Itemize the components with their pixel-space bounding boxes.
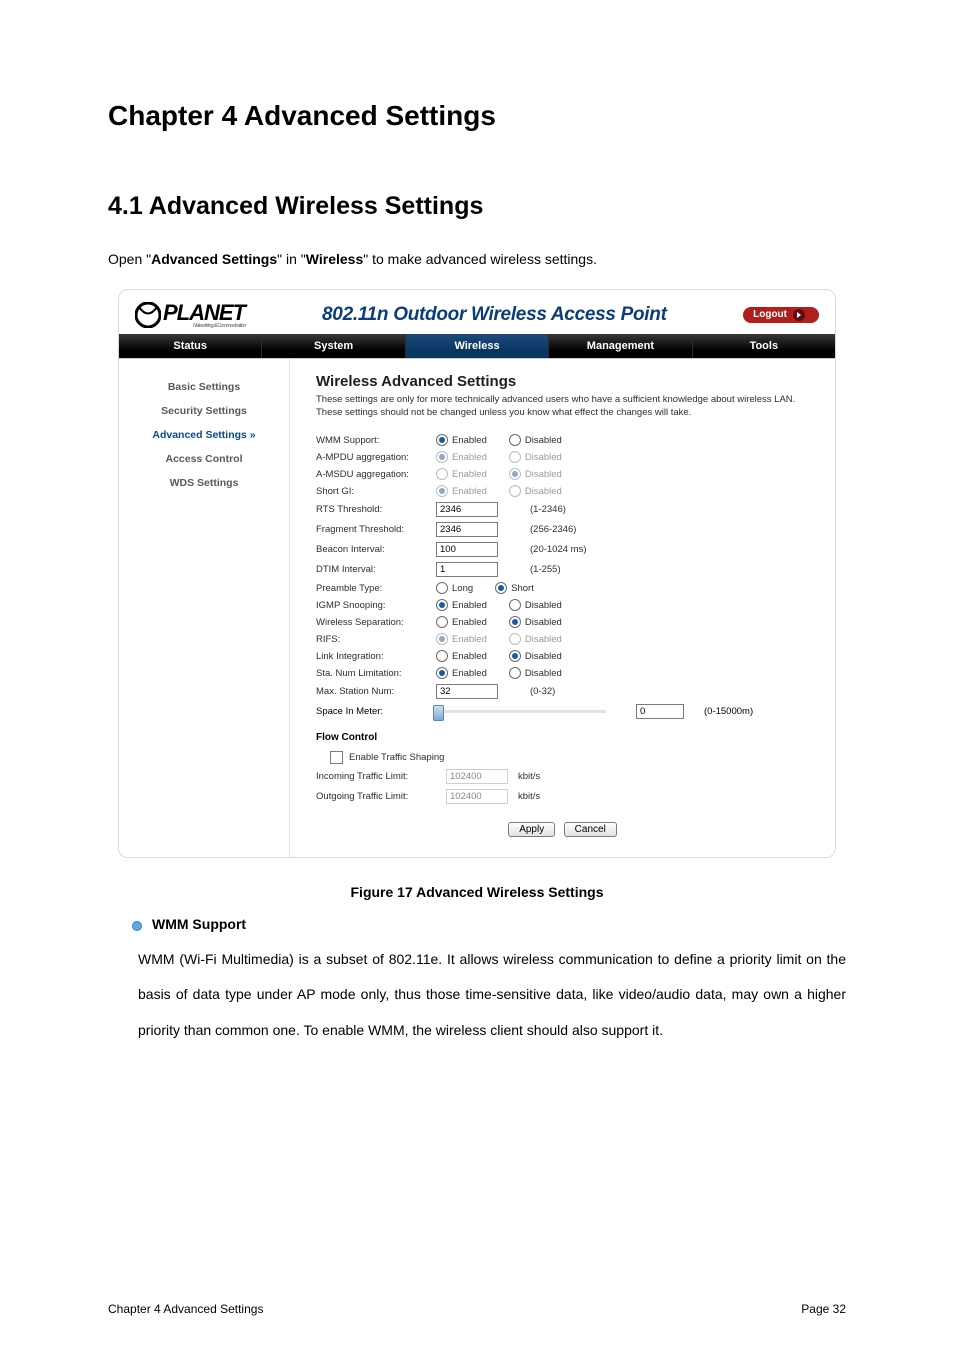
intro-text: Open "Advanced Settings" in "Wireless" t…: [108, 251, 846, 267]
hint-beacon: (20-1024 ms): [530, 544, 587, 555]
planet-logo-text: PLANET: [163, 300, 245, 325]
label-preamble: Preamble Type:: [316, 583, 436, 594]
radio-rifs-enabled[interactable]: Enabled: [436, 633, 487, 645]
body-paragraph: WMM (Wi-Fi Multimedia) is a subset of 80…: [138, 942, 846, 1049]
label-link: Link Integration:: [316, 651, 436, 662]
label-sep: Wireless Separation:: [316, 617, 436, 628]
main-nav: Status System Wireless Management Tools: [119, 334, 835, 358]
input-frag[interactable]: [436, 522, 498, 537]
radio-shortgi-enabled[interactable]: Enabled: [436, 485, 487, 497]
input-beacon[interactable]: [436, 542, 498, 557]
radio-preamble-short[interactable]: Short: [495, 582, 534, 594]
apply-button[interactable]: Apply: [508, 822, 555, 837]
label-traffic-shaping: Enable Traffic Shaping: [349, 752, 444, 763]
input-outgoing[interactable]: [446, 789, 508, 804]
nav-wireless[interactable]: Wireless: [406, 334, 549, 358]
bullet-icon: [132, 921, 142, 931]
logout-label: Logout: [753, 309, 787, 320]
radio-link-enabled[interactable]: Enabled: [436, 650, 487, 662]
label-ampdu: A-MPDU aggregation:: [316, 452, 436, 463]
input-space[interactable]: [636, 704, 684, 719]
radio-ampdu-disabled[interactable]: Disabled: [509, 451, 562, 463]
bullet-heading: WMM Support: [152, 916, 246, 932]
nav-tools[interactable]: Tools: [693, 334, 835, 358]
input-dtim[interactable]: [436, 562, 498, 577]
side-advanced-settings[interactable]: Advanced Settings »: [119, 423, 289, 447]
label-shortgi: Short GI:: [316, 486, 436, 497]
hint-maxsta: (0-32): [530, 686, 555, 697]
radio-sep-enabled[interactable]: Enabled: [436, 616, 487, 628]
radio-wmm-enabled[interactable]: Enabled: [436, 434, 487, 446]
label-wmm: WMM Support:: [316, 435, 436, 446]
input-maxsta[interactable]: [436, 684, 498, 699]
radio-igmp-enabled[interactable]: Enabled: [436, 599, 487, 611]
side-basic-settings[interactable]: Basic Settings: [119, 375, 289, 399]
unit-outgoing: kbit/s: [518, 791, 540, 802]
slider-thumb-icon[interactable]: [433, 705, 444, 721]
hint-space: (0-15000m): [704, 706, 753, 717]
label-rifs: RIFS:: [316, 634, 436, 645]
planet-logo-sub: Networking & Communication: [193, 323, 246, 329]
cancel-button[interactable]: Cancel: [564, 822, 617, 837]
radio-amsdu-enabled[interactable]: Enabled: [436, 468, 487, 480]
pane-heading: Wireless Advanced Settings: [316, 373, 809, 390]
logout-button[interactable]: Logout: [743, 307, 819, 323]
label-frag: Fragment Threshold:: [316, 524, 436, 535]
hint-frag: (256-2346): [530, 524, 576, 535]
radio-link-disabled[interactable]: Disabled: [509, 650, 562, 662]
label-incoming: Incoming Traffic Limit:: [316, 771, 446, 782]
section-title: 4.1 Advanced Wireless Settings: [108, 192, 846, 221]
slider-space[interactable]: [436, 710, 606, 713]
logout-arrow-icon: [793, 309, 805, 321]
main-pane: Wireless Advanced Settings These setting…: [290, 359, 835, 857]
label-outgoing: Outgoing Traffic Limit:: [316, 791, 446, 802]
intro-mid: " in ": [277, 251, 306, 267]
footer-left: Chapter 4 Advanced Settings: [108, 1302, 263, 1316]
intro-bold-2: Wireless: [306, 251, 363, 267]
intro-post: " to make advanced wireless settings.: [363, 251, 597, 267]
side-access-control[interactable]: Access Control: [119, 447, 289, 471]
intro-bold-1: Advanced Settings: [151, 251, 277, 267]
hint-dtim: (1-255): [530, 564, 561, 575]
radio-igmp-disabled[interactable]: Disabled: [509, 599, 562, 611]
radio-rifs-disabled[interactable]: Disabled: [509, 633, 562, 645]
pane-desc: These settings are only for more technic…: [316, 394, 809, 420]
radio-sep-disabled[interactable]: Disabled: [509, 616, 562, 628]
side-wds-settings[interactable]: WDS Settings: [119, 471, 289, 495]
label-stalimit: Sta. Num Limitation:: [316, 668, 436, 679]
radio-wmm-disabled[interactable]: Disabled: [509, 434, 562, 446]
checkbox-traffic-shaping[interactable]: [330, 751, 343, 764]
label-igmp: IGMP Snooping:: [316, 600, 436, 611]
label-beacon: Beacon Interval:: [316, 544, 436, 555]
label-maxsta: Max. Station Num:: [316, 686, 436, 697]
side-security-settings[interactable]: Security Settings: [119, 399, 289, 423]
side-menu: Basic Settings Security Settings Advance…: [119, 359, 290, 857]
nav-management[interactable]: Management: [549, 334, 692, 358]
radio-amsdu-disabled[interactable]: Disabled: [509, 468, 562, 480]
flow-heading: Flow Control: [316, 732, 809, 743]
radio-stalimit-disabled[interactable]: Disabled: [509, 667, 562, 679]
radio-ampdu-enabled[interactable]: Enabled: [436, 451, 487, 463]
label-space: Space In Meter:: [316, 706, 436, 717]
intro-pre: Open ": [108, 251, 151, 267]
screenshot-title: 802.11n Outdoor Wireless Access Point: [322, 304, 667, 325]
label-rts: RTS Threshold:: [316, 504, 436, 515]
label-dtim: DTIM Interval:: [316, 564, 436, 575]
figure-caption: Figure 17 Advanced Wireless Settings: [108, 884, 846, 900]
radio-preamble-long[interactable]: Long: [436, 582, 473, 594]
input-incoming[interactable]: [446, 769, 508, 784]
unit-incoming: kbit/s: [518, 771, 540, 782]
screenshot-frame: PLANET Networking & Communication 802.11…: [118, 289, 836, 858]
input-rts[interactable]: [436, 502, 498, 517]
radio-stalimit-enabled[interactable]: Enabled: [436, 667, 487, 679]
hint-rts: (1-2346): [530, 504, 566, 515]
nav-system[interactable]: System: [262, 334, 405, 358]
planet-logo: PLANET Networking & Communication: [135, 300, 246, 329]
nav-status[interactable]: Status: [119, 334, 262, 358]
radio-shortgi-disabled[interactable]: Disabled: [509, 485, 562, 497]
footer-right: Page 32: [801, 1302, 846, 1316]
chapter-title: Chapter 4 Advanced Settings: [108, 100, 846, 132]
label-amsdu: A-MSDU aggregation:: [316, 469, 436, 480]
